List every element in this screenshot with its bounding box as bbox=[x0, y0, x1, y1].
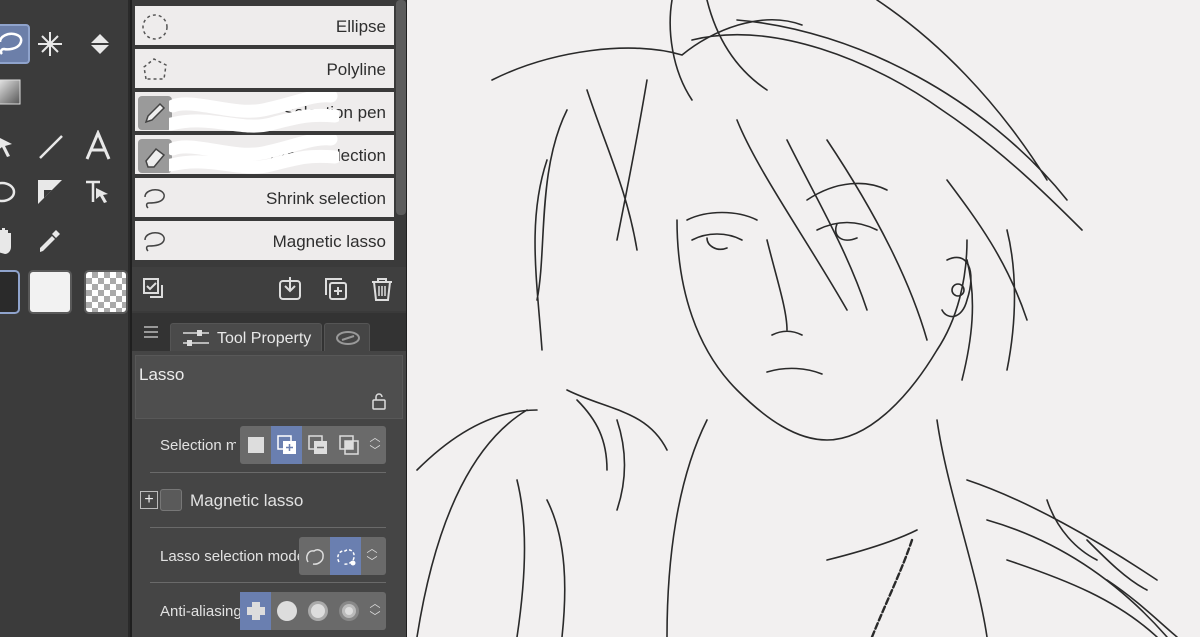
subtool-footer bbox=[132, 267, 406, 311]
aa-strong-icon[interactable] bbox=[333, 592, 364, 630]
expand-plus-icon[interactable]: + bbox=[140, 491, 158, 509]
import-icon[interactable] bbox=[276, 275, 304, 303]
scribble-overlay bbox=[169, 135, 339, 174]
eyedropper-icon[interactable] bbox=[30, 220, 70, 260]
object-tool-icon[interactable] bbox=[78, 172, 118, 212]
subtool-item-erase-selection[interactable]: Erase selection bbox=[135, 135, 394, 176]
tool-name: Lasso bbox=[139, 365, 185, 384]
trash-icon[interactable] bbox=[368, 275, 396, 303]
magic-wand-icon[interactable] bbox=[30, 24, 70, 64]
aa-none-icon[interactable] bbox=[240, 592, 271, 630]
subtool-label: Shrink selection bbox=[265, 189, 386, 208]
subtool-panel: Ellipse Polyline Selection pen Erase sel… bbox=[132, 0, 406, 637]
lasso-mode-stepper[interactable]: ︿ ﹀ bbox=[361, 537, 383, 575]
magnetic-lasso-checkbox[interactable] bbox=[160, 489, 182, 511]
subtool-item-magnetic-lasso[interactable]: Magnetic lasso bbox=[135, 221, 394, 262]
scribble-overlay bbox=[169, 92, 339, 133]
property-tab-bar: Tool Property bbox=[132, 313, 406, 351]
lasso-mode-label: Lasso selection mode bbox=[160, 548, 306, 565]
subtool-label: Ellipse bbox=[335, 17, 386, 36]
line-tool-icon[interactable] bbox=[30, 126, 70, 166]
tool-property-panel: Lasso Selection mo ︿﹀ + Magnetic lasso L… bbox=[132, 351, 406, 637]
sliders-icon bbox=[183, 330, 209, 346]
subtool-item-polyline[interactable]: Polyline bbox=[135, 49, 394, 90]
lasso-icon bbox=[138, 182, 172, 216]
divider bbox=[150, 472, 386, 473]
tab-tool-property[interactable]: Tool Property bbox=[170, 323, 322, 351]
intersect-selection-icon[interactable] bbox=[333, 426, 364, 464]
lasso-mode-buttons: ︿ ﹀ bbox=[299, 537, 386, 575]
drawing-canvas[interactable] bbox=[407, 0, 1200, 637]
menu-icon[interactable] bbox=[142, 323, 160, 341]
anti-aliasing-stepper[interactable]: ︿ ﹀ bbox=[364, 592, 386, 630]
tab-brush-size[interactable] bbox=[324, 323, 370, 351]
subtool-scrollbar[interactable] bbox=[396, 0, 406, 215]
main-color-swatch[interactable] bbox=[0, 270, 20, 314]
selection-mode-stepper[interactable]: ︿ ﹀ bbox=[364, 426, 386, 464]
add-selection-icon[interactable] bbox=[271, 426, 302, 464]
subtool-settings-icon[interactable] bbox=[140, 275, 168, 303]
subtool-item-selection-pen[interactable]: Selection pen bbox=[135, 92, 394, 133]
link-icon bbox=[336, 331, 360, 345]
subtool-item-ellipse[interactable]: Ellipse bbox=[135, 6, 394, 47]
lasso-tool-icon[interactable] bbox=[0, 24, 30, 64]
dashed-circle-icon bbox=[138, 10, 172, 44]
duplicate-icon[interactable] bbox=[322, 275, 350, 303]
subtract-selection-icon[interactable] bbox=[302, 426, 333, 464]
eraser-icon bbox=[138, 139, 172, 173]
divider bbox=[150, 527, 386, 528]
line-art-sketch bbox=[416, 0, 1178, 637]
lasso-icon bbox=[138, 225, 172, 259]
magnetic-lasso-label: Magnetic lasso bbox=[190, 491, 304, 510]
text-tool-icon[interactable] bbox=[78, 126, 118, 166]
gradient-icon[interactable] bbox=[0, 72, 28, 112]
subtool-label: Polyline bbox=[326, 60, 386, 79]
selection-mode-label: Selection mo bbox=[160, 437, 236, 454]
unlock-icon[interactable] bbox=[370, 392, 388, 410]
anti-aliasing-label: Anti-aliasing bbox=[160, 603, 242, 620]
sub-color-swatch[interactable] bbox=[28, 270, 72, 314]
fill-bucket-icon[interactable] bbox=[80, 24, 120, 64]
ellipse-figure-icon[interactable] bbox=[0, 172, 22, 212]
lasso-dotted-icon[interactable] bbox=[330, 537, 361, 575]
anti-aliasing-buttons: ︿ ﹀ bbox=[240, 592, 386, 630]
transparent-color-swatch[interactable] bbox=[84, 270, 128, 314]
subtool-label: Magnetic lasso bbox=[272, 232, 386, 251]
dashed-polygon-icon bbox=[138, 53, 172, 87]
new-selection-icon[interactable] bbox=[240, 426, 271, 464]
hand-icon[interactable] bbox=[0, 220, 24, 260]
subtool-item-shrink-selection[interactable]: Shrink selection bbox=[135, 178, 394, 219]
pen-icon bbox=[138, 96, 172, 130]
divider bbox=[150, 582, 386, 583]
tab-label: Tool Property bbox=[217, 330, 312, 347]
aa-medium-icon[interactable] bbox=[302, 592, 333, 630]
ruler-icon[interactable] bbox=[30, 172, 70, 212]
aa-weak-icon[interactable] bbox=[271, 592, 302, 630]
selection-mode-buttons: ︿ ﹀ bbox=[240, 426, 386, 464]
freehand-lasso-icon[interactable] bbox=[299, 537, 330, 575]
toolbox bbox=[0, 0, 130, 637]
subtool-list: Ellipse Polyline Selection pen Erase sel… bbox=[132, 0, 394, 265]
operation-icon[interactable] bbox=[0, 126, 26, 166]
tool-name-box: Lasso bbox=[135, 355, 403, 419]
